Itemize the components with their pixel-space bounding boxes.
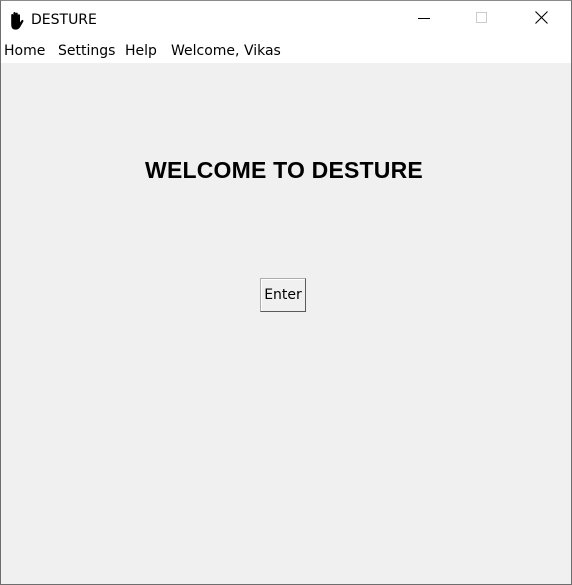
maximize-button[interactable]: [453, 1, 511, 39]
enter-button[interactable]: Enter: [260, 278, 306, 312]
title-bar[interactable]: DESTURE: [1, 1, 571, 39]
maximize-icon: [476, 11, 488, 29]
close-icon: [534, 11, 548, 29]
minimize-button[interactable]: [395, 1, 453, 39]
main-content: WELCOME TO DESTURE Enter: [1, 63, 571, 584]
welcome-heading: WELCOME TO DESTURE: [145, 157, 423, 183]
welcome-user-label[interactable]: Welcome, Vikas: [171, 43, 281, 59]
menu-item-help[interactable]: Help: [125, 43, 157, 59]
raised-hand-icon: [7, 11, 25, 31]
minimize-icon: [418, 11, 430, 29]
close-button[interactable]: [512, 1, 570, 39]
menu-item-home[interactable]: Home: [4, 43, 45, 59]
window-title: DESTURE: [31, 12, 97, 28]
app-window: DESTURE Home Settings Help Welcome, Vika…: [0, 0, 572, 585]
menu-item-settings[interactable]: Settings: [58, 43, 115, 59]
menu-bar: Home Settings Help Welcome, Vikas: [1, 39, 571, 63]
